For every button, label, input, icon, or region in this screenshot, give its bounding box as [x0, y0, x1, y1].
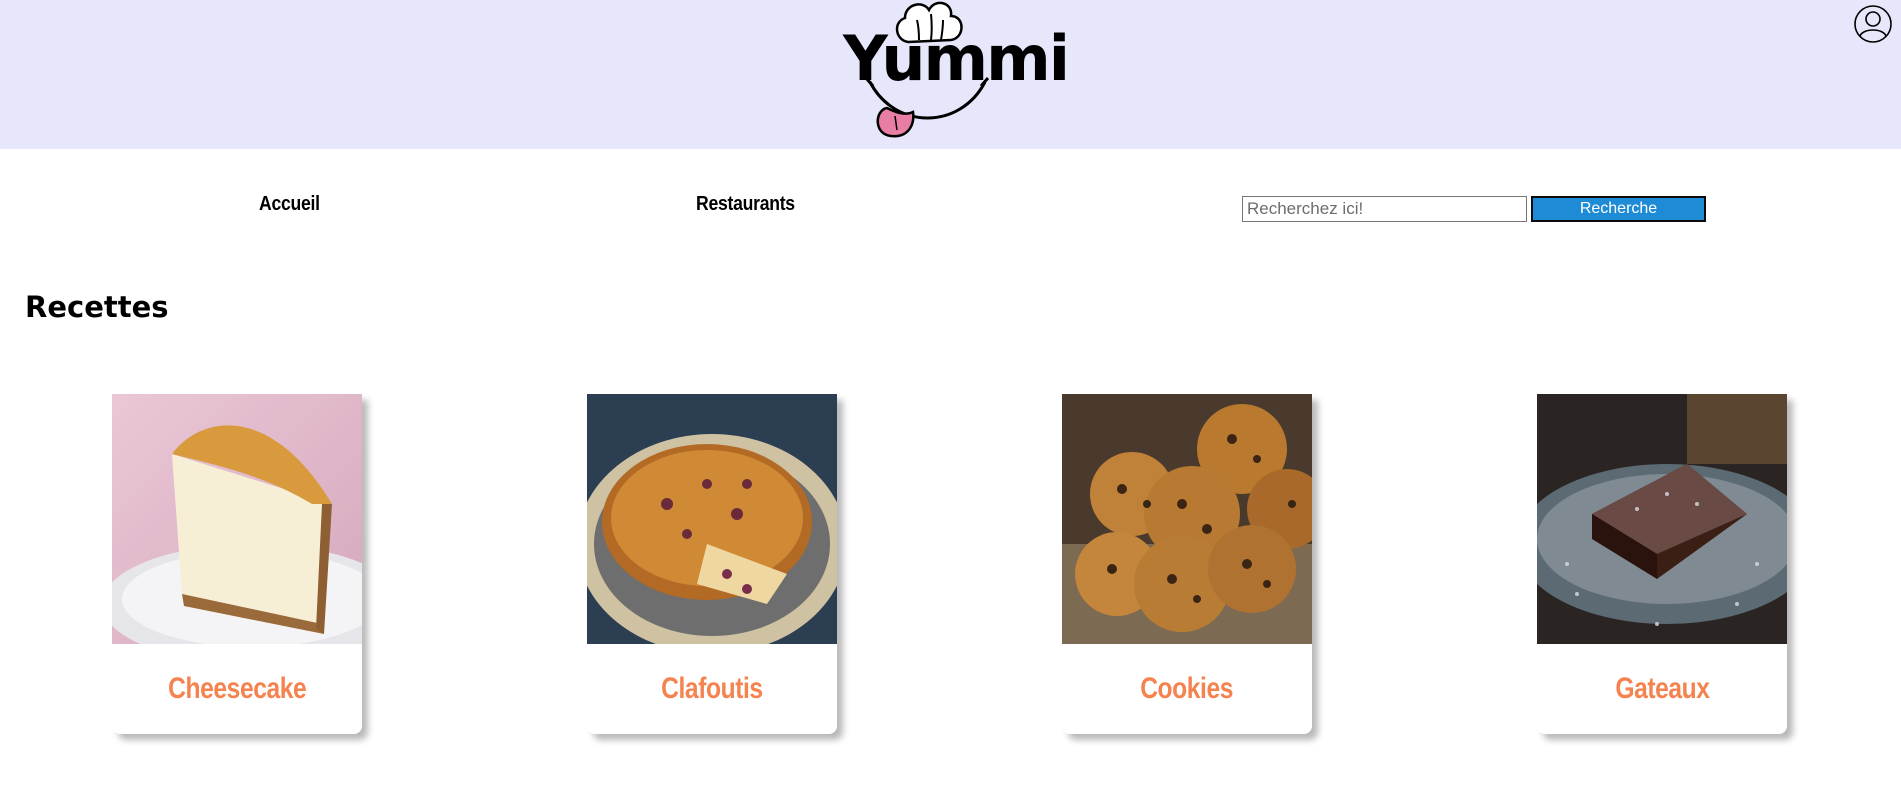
- recipe-card-gateaux[interactable]: Gateaux: [1537, 394, 1787, 734]
- recipe-title: Cookies: [1140, 672, 1234, 705]
- nav-link-accueil[interactable]: Accueil: [259, 193, 320, 216]
- logo-text: Yummi: [843, 22, 1070, 95]
- recipe-card-cheesecake[interactable]: Cheesecake: [112, 394, 362, 734]
- recipe-title: Gateaux: [1614, 672, 1710, 705]
- recipe-card-clafoutis[interactable]: Clafoutis: [587, 394, 837, 734]
- recipe-card-cookies[interactable]: Cookies: [1062, 394, 1312, 734]
- chocolate-cake-photo: [1537, 394, 1787, 644]
- user-icon[interactable]: [1853, 4, 1893, 44]
- clafoutis-photo: [587, 394, 837, 644]
- nav-link-restaurants[interactable]: Restaurants: [696, 193, 795, 216]
- search-input[interactable]: [1242, 196, 1527, 222]
- cookies-photo: [1062, 394, 1312, 644]
- site-header: Yummi: [0, 0, 1901, 149]
- search-button[interactable]: Recherche: [1531, 196, 1706, 222]
- recipe-title: Clafoutis: [661, 672, 763, 705]
- yummi-logo[interactable]: Yummi: [835, 0, 1070, 142]
- section-title: Recettes: [25, 290, 169, 324]
- cheesecake-photo: [112, 394, 362, 644]
- recipe-title: Cheesecake: [167, 672, 307, 705]
